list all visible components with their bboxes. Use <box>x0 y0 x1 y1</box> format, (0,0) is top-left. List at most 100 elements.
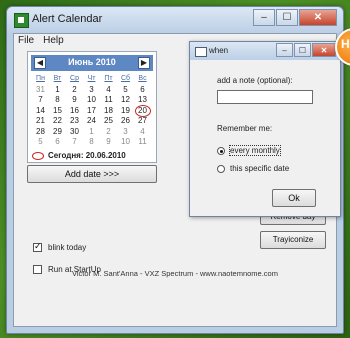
radio-every-monthly-option[interactable]: every monthly <box>217 145 281 156</box>
blink-today-checkbox[interactable] <box>33 241 42 252</box>
window-title: Alert Calendar <box>32 13 103 25</box>
calendar-day[interactable]: 22 <box>49 116 66 127</box>
dow-header: Чт <box>87 75 96 82</box>
dow-header: Пт <box>104 75 113 82</box>
when-dialog: when – ☐ ✕ add a note (optional): Rememb… <box>189 41 341 217</box>
blink-today-option[interactable]: blink today <box>33 241 87 252</box>
calendar-day[interactable]: 11 <box>100 95 117 106</box>
specific-date-radio[interactable] <box>217 164 225 173</box>
badge-text: H <box>341 37 350 51</box>
every-monthly-radio[interactable] <box>217 146 225 155</box>
desktop-background: Alert Calendar – ☐ ✕ File Help ◀ Июнь 20… <box>0 0 350 338</box>
dow-header: Сб <box>120 75 131 82</box>
alert-calendar-window: Alert Calendar – ☐ ✕ File Help ◀ Июнь 20… <box>6 6 344 334</box>
calendar-week: 14 15 16 17 18 19 20 <box>32 104 152 117</box>
calendar-day[interactable]: 26 <box>117 116 134 127</box>
dow-header: Пн <box>36 75 45 82</box>
calendar-day[interactable]: 12 <box>117 95 134 106</box>
calendar-day[interactable]: 2 <box>100 127 117 138</box>
next-month-button[interactable]: ▶ <box>138 57 150 69</box>
calendar-day[interactable]: 7 <box>66 137 83 148</box>
calendar-day[interactable]: 17 <box>83 106 100 117</box>
calendar-day[interactable]: 16 <box>66 106 83 117</box>
calendar-day[interactable]: 3 <box>117 127 134 138</box>
dow-header: Вт <box>53 75 62 82</box>
today-circle-icon <box>32 151 44 160</box>
credits-footer: Victor M. Sant'Anna - VXZ Spectrum - www… <box>72 269 278 278</box>
calendar-day[interactable]: 8 <box>83 137 100 148</box>
calendar-day[interactable]: 15 <box>49 106 66 117</box>
minimize-button[interactable]: – <box>253 9 275 26</box>
dow-header: Вс <box>138 75 147 82</box>
remember-label: Remember me: <box>217 124 273 133</box>
calendar-header: ◀ Июнь 2010 ▶ <box>31 55 153 71</box>
calendar-week: 28 29 30 1 2 3 4 <box>32 127 152 138</box>
calendar-day[interactable]: 30 <box>66 127 83 138</box>
calendar-day[interactable]: 6 <box>134 85 151 96</box>
calendar-day[interactable]: 24 <box>83 116 100 127</box>
calendar-day[interactable]: 23 <box>66 116 83 127</box>
calendar-day[interactable]: 1 <box>83 127 100 138</box>
calendar-week: 31 1 2 3 4 5 6 <box>32 85 152 96</box>
calendar-day[interactable]: 7 <box>32 95 49 106</box>
calendar-day[interactable]: 31 <box>32 85 49 96</box>
calendar-day[interactable]: 9 <box>100 137 117 148</box>
calendar-day[interactable]: 5 <box>117 85 134 96</box>
maximize-button[interactable]: ☐ <box>276 9 298 26</box>
add-date-button[interactable]: Add date >>> <box>27 165 157 183</box>
calendar-day[interactable]: 18 <box>100 106 117 117</box>
dialog-minimize-button[interactable]: – <box>276 43 293 57</box>
dialog-window-controls: – ☐ ✕ <box>275 43 336 57</box>
menu-help[interactable]: Help <box>43 34 64 48</box>
window-icon <box>195 47 207 57</box>
calendar-week: 21 22 23 24 25 26 27 <box>32 116 152 127</box>
calendar-day[interactable]: 3 <box>83 85 100 96</box>
dialog-maximize-button[interactable]: ☐ <box>294 43 311 57</box>
calendar-day[interactable]: 5 <box>32 137 49 148</box>
calendar-app-icon <box>14 13 29 28</box>
dialog-title-bar[interactable]: when – ☐ ✕ <box>190 42 340 60</box>
title-bar[interactable]: Alert Calendar – ☐ ✕ <box>7 7 343 33</box>
dialog-close-button[interactable]: ✕ <box>312 43 336 57</box>
calendar-day-today[interactable]: 20 <box>134 104 151 116</box>
blink-today-label: blink today <box>48 243 87 252</box>
calendar-day[interactable]: 14 <box>32 106 49 117</box>
calendar-day[interactable]: 1 <box>49 85 66 96</box>
today-label: Сегодня: 20.06.2010 <box>48 151 126 160</box>
calendar-day[interactable]: 4 <box>134 127 151 138</box>
ok-button[interactable]: Ok <box>272 189 316 207</box>
calendar-day[interactable]: 9 <box>66 95 83 106</box>
calendar-day[interactable]: 11 <box>134 137 151 148</box>
menu-file[interactable]: File <box>18 34 34 48</box>
calendar-week: 7 8 9 10 11 12 13 <box>32 95 152 106</box>
radio-specific-date-option[interactable]: this specific date <box>217 164 289 173</box>
today-indicator[interactable]: Сегодня: 20.06.2010 <box>32 151 126 160</box>
close-button[interactable]: ✕ <box>299 9 337 26</box>
calendar-day[interactable]: 29 <box>49 127 66 138</box>
calendar-day[interactable]: 21 <box>32 116 49 127</box>
calendar-week: 5 6 7 8 9 10 11 <box>32 137 152 148</box>
calendar-day[interactable]: 10 <box>83 95 100 106</box>
calendar-day[interactable]: 25 <box>100 116 117 127</box>
calendar-day[interactable]: 2 <box>66 85 83 96</box>
window-controls: – ☐ ✕ <box>252 9 337 26</box>
month-calendar[interactable]: ◀ Июнь 2010 ▶ Пн Вт Ср Чт Пт Сб Вс 31 1 … <box>27 51 157 163</box>
calendar-day[interactable]: 8 <box>49 95 66 106</box>
dialog-title: when <box>209 46 229 55</box>
calendar-day[interactable]: 6 <box>49 137 66 148</box>
calendar-day[interactable]: 10 <box>117 137 134 148</box>
trayiconize-button[interactable]: Trayiconize <box>260 231 326 249</box>
calendar-month-label[interactable]: Июнь 2010 <box>31 57 153 67</box>
calendar-day[interactable]: 27 <box>134 116 151 127</box>
calendar-day[interactable]: 28 <box>32 127 49 138</box>
calendar-grid: Пн Вт Ср Чт Пт Сб Вс 31 1 2 3 4 5 6 7 8 … <box>32 74 152 148</box>
every-monthly-label: every monthly <box>229 145 281 156</box>
calendar-day[interactable]: 19 <box>117 106 134 117</box>
note-input[interactable] <box>217 90 313 104</box>
calendar-day[interactable]: 13 <box>134 95 151 106</box>
specific-date-label: this specific date <box>230 164 290 173</box>
dow-header: Ср <box>70 75 79 82</box>
day-of-week-row: Пн Вт Ср Чт Пт Сб Вс <box>32 74 152 85</box>
note-label: add a note (optional): <box>217 76 293 85</box>
calendar-day[interactable]: 4 <box>100 85 117 96</box>
